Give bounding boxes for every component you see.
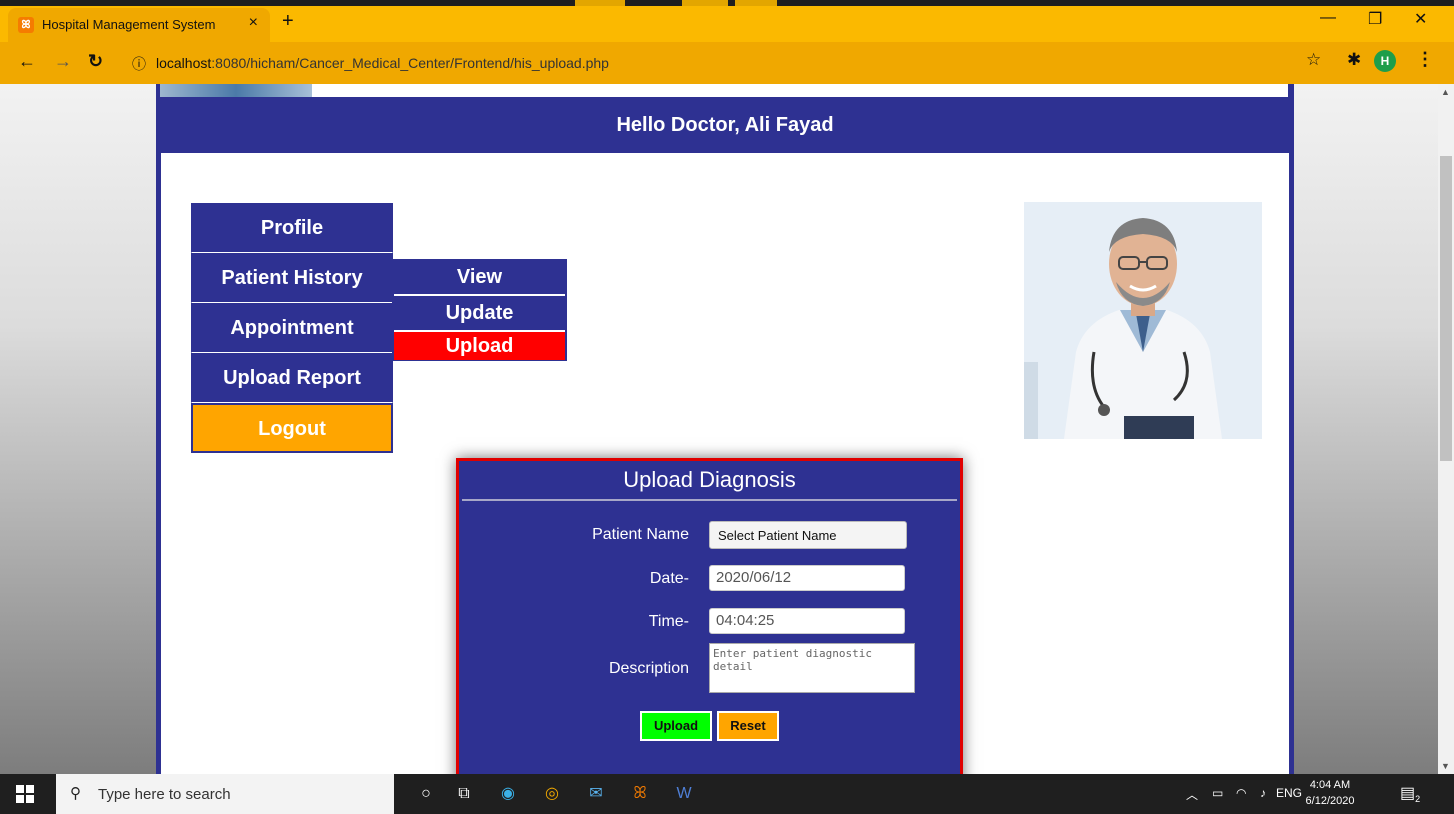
date-label: Date- xyxy=(649,570,689,587)
cortana-icon[interactable]: ○ xyxy=(414,783,438,805)
restore-icon[interactable]: ❐ xyxy=(1368,9,1382,29)
word-icon[interactable]: W xyxy=(672,783,696,805)
close-window-icon[interactable]: ✕ xyxy=(1414,9,1427,29)
submenu-item-upload[interactable]: Upload xyxy=(394,332,565,360)
submenu-item-update[interactable]: Update xyxy=(394,296,565,332)
search-placeholder: Type here to search xyxy=(98,786,231,803)
patient-history-submenu: View Update Upload xyxy=(392,259,567,361)
system-clock[interactable]: 4:04 AM 6/12/2020 xyxy=(1298,777,1362,809)
profile-avatar[interactable]: H xyxy=(1374,50,1396,72)
url-path: :8080/hicham/Cancer_Medical_Center/Front… xyxy=(211,55,609,71)
patient-name-select[interactable]: Select Patient Name xyxy=(709,521,907,549)
form-title: Upload Diagnosis xyxy=(462,461,957,501)
url-host: localhost xyxy=(156,55,212,71)
time-input[interactable]: 04:04:25 xyxy=(709,608,905,634)
address-bar-row: ← → ↻ ⓘ localhost:8080/hicham/Cancer_Med… xyxy=(0,42,1454,84)
main-content: Profile Patient History Appointment Uplo… xyxy=(161,153,1289,774)
top-strip xyxy=(0,0,1454,6)
banner-area xyxy=(312,84,1288,97)
upload-button[interactable]: Upload xyxy=(640,711,712,741)
notification-count: 2 xyxy=(1415,794,1421,805)
menu-item-logout[interactable]: Logout xyxy=(191,403,393,453)
notification-icon[interactable]: ▤2 xyxy=(1400,783,1420,804)
scroll-thumb[interactable] xyxy=(1440,156,1452,461)
clock-time: 4:04 AM xyxy=(1309,779,1351,791)
xampp-icon[interactable]: ꕤ xyxy=(628,783,652,805)
mail-icon[interactable]: ✉ xyxy=(584,783,608,805)
scroll-down-icon[interactable]: ▼ xyxy=(1441,761,1450,771)
menu-item-appointment[interactable]: Appointment xyxy=(191,303,393,353)
greeting-header: Hello Doctor, Ali Fayad xyxy=(616,114,834,136)
tab-close-icon[interactable]: × xyxy=(249,14,258,32)
time-label: Time- xyxy=(648,613,689,630)
reload-icon[interactable]: ↻ xyxy=(88,51,103,72)
clock-date: 6/12/2020 xyxy=(1305,795,1355,807)
reset-button[interactable]: Reset xyxy=(717,711,779,741)
windows-start-icon[interactable] xyxy=(16,785,34,803)
description-textarea[interactable]: Enter patient diagnostic detail xyxy=(709,643,915,693)
upload-diagnosis-form: Upload Diagnosis Patient Name Select Pat… xyxy=(456,458,963,774)
tab-title: Hospital Management System xyxy=(42,17,216,32)
doctor-illustration xyxy=(1024,202,1262,439)
page-viewport: Hello Doctor, Ali Fayad Profile Patient … xyxy=(0,84,1438,774)
submenu-item-view[interactable]: View xyxy=(394,260,565,296)
windows-taskbar: ⚲ Type here to search ○ ⧉ ◉ ◎ ✉ ꕤ W ︿ ▭ … xyxy=(0,774,1454,814)
menu-item-upload-report[interactable]: Upload Report xyxy=(191,353,393,403)
tray-expand-icon[interactable]: ︿ xyxy=(1186,786,1198,803)
edge-icon[interactable]: ◉ xyxy=(496,783,520,805)
back-arrow-icon[interactable]: ← xyxy=(18,51,36,72)
banner-image xyxy=(160,84,312,97)
menu-item-patient-history[interactable]: Patient History xyxy=(191,253,393,303)
xampp-favicon-icon: ꕤ xyxy=(18,17,34,33)
doctor-photo xyxy=(1024,202,1262,439)
date-input[interactable]: 2020/06/12 xyxy=(709,565,905,591)
description-label: Description xyxy=(608,660,689,677)
new-tab-button[interactable]: + xyxy=(282,10,294,33)
volume-icon[interactable]: ♪ xyxy=(1260,786,1266,800)
search-icon: ⚲ xyxy=(70,785,81,802)
menu-item-profile[interactable]: Profile xyxy=(191,203,393,253)
url-text[interactable]: localhost:8080/hicham/Cancer_Medical_Cen… xyxy=(156,55,609,71)
page-scrollbar[interactable]: ▲ ▼ xyxy=(1438,84,1454,774)
browser-tab-strip: ꕤ Hospital Management System × + — ❐ ✕ xyxy=(0,0,1454,42)
extensions-icon[interactable]: ✱ xyxy=(1347,50,1361,70)
bookmark-star-icon[interactable]: ☆ xyxy=(1306,50,1321,70)
menu-kebab-icon[interactable]: ⋮ xyxy=(1416,49,1434,70)
minimize-icon[interactable]: — xyxy=(1320,9,1336,27)
network-icon[interactable]: ◠ xyxy=(1236,786,1246,800)
address-bar[interactable]: ⓘ localhost:8080/hicham/Cancer_Medical_C… xyxy=(120,48,1290,78)
browser-tab[interactable]: ꕤ Hospital Management System × xyxy=(8,8,270,42)
battery-icon[interactable]: ▭ xyxy=(1212,786,1223,800)
taskbar-search-box[interactable]: ⚲ Type here to search xyxy=(56,774,394,814)
scroll-up-icon[interactable]: ▲ xyxy=(1441,87,1450,97)
task-view-icon[interactable]: ⧉ xyxy=(452,783,476,805)
patient-name-label: Patient Name xyxy=(592,526,689,543)
side-menu: Profile Patient History Appointment Uplo… xyxy=(191,203,393,453)
chrome-icon[interactable]: ◎ xyxy=(540,783,564,805)
forward-arrow-icon[interactable]: → xyxy=(54,51,72,72)
site-info-icon[interactable]: ⓘ xyxy=(132,54,146,74)
